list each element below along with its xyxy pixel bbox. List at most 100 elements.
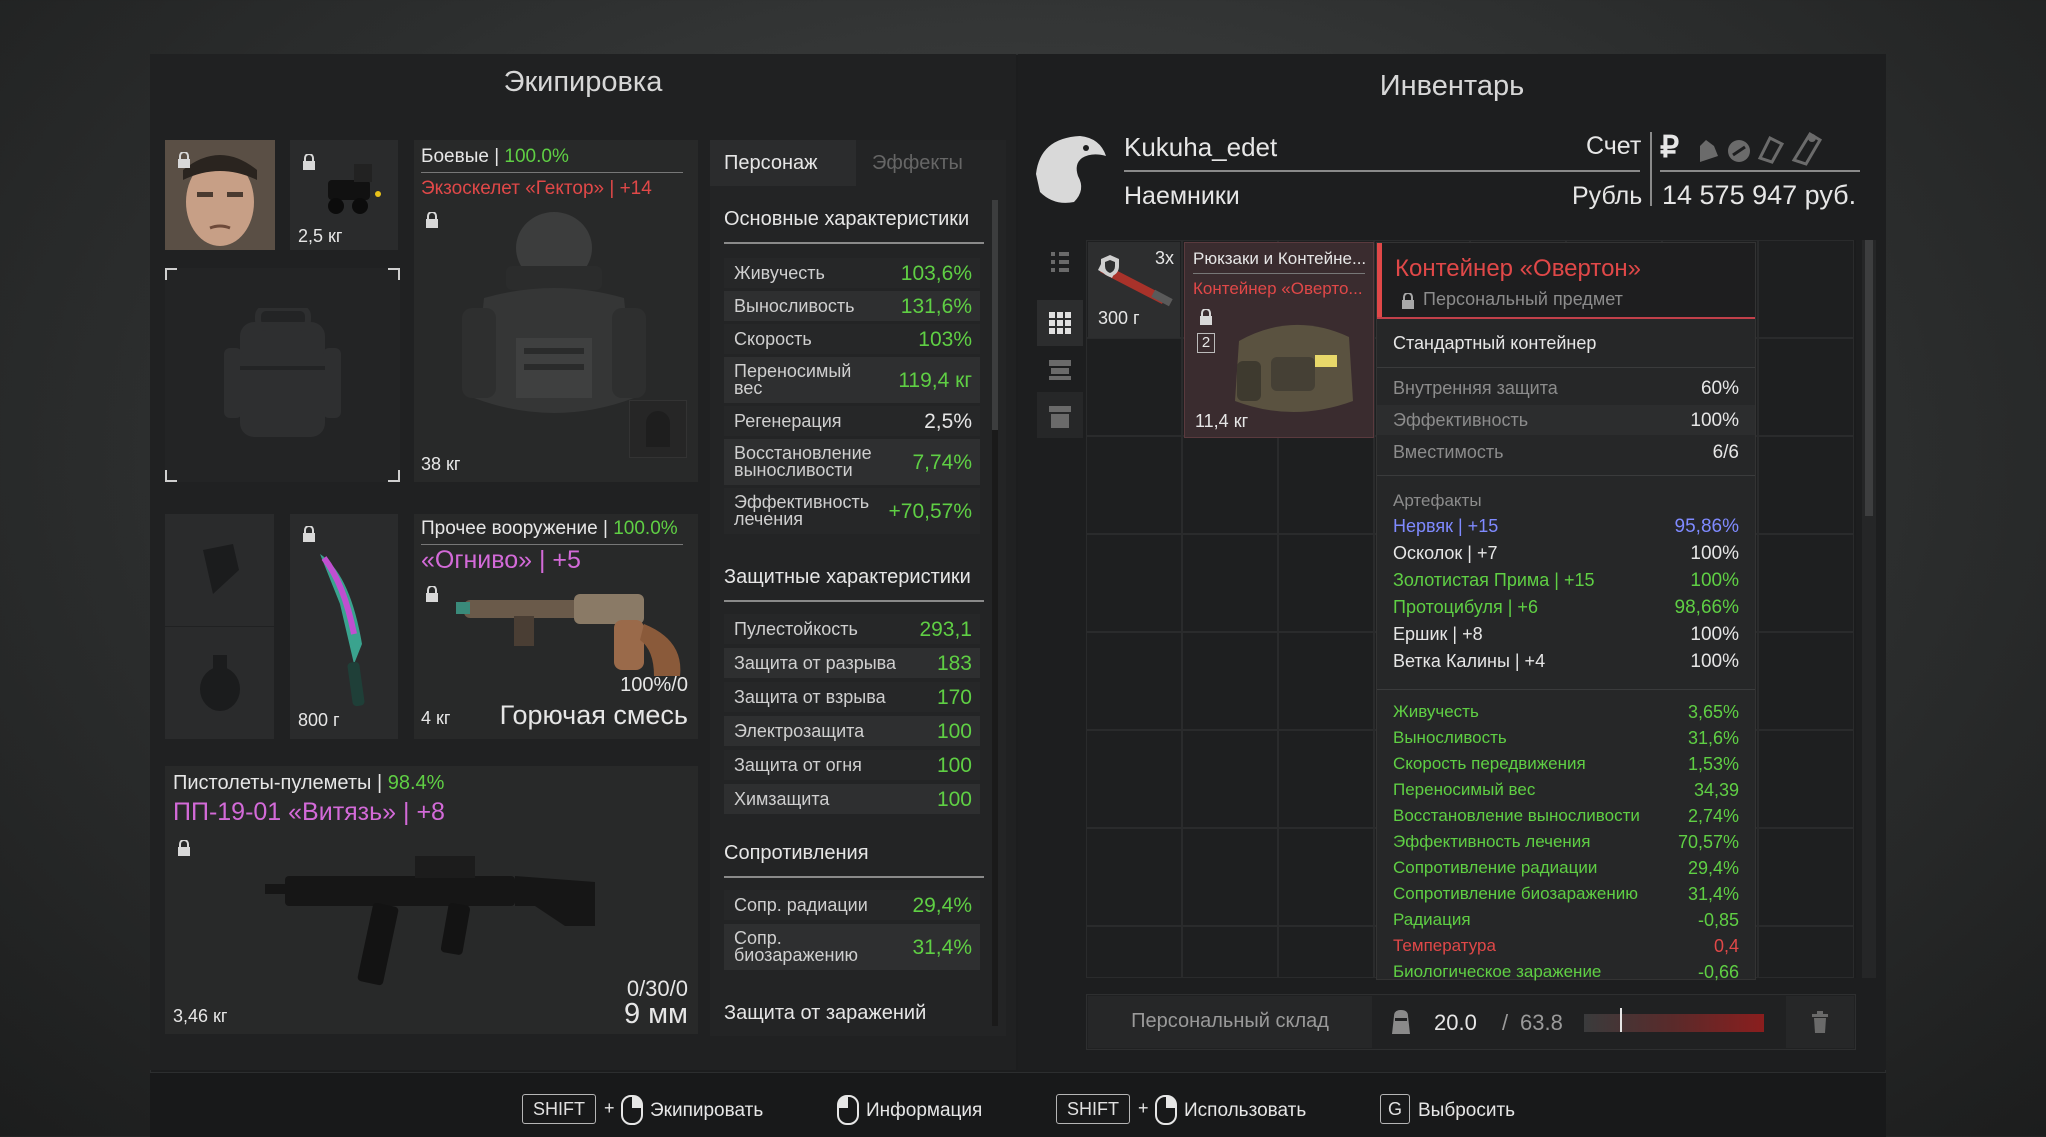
helmet-device-slot[interactable]: 2,5 кг	[290, 140, 398, 250]
secondary-weapon-slot[interactable]: Прочее вооружение | 100.0% «Огниво» | +5…	[414, 514, 698, 739]
lock-icon	[1200, 309, 1212, 325]
inventory-cell[interactable]	[1758, 632, 1854, 730]
inventory-item-stack[interactable]: 3x 300 г	[1088, 242, 1180, 338]
divider	[1660, 170, 1860, 172]
trash-button[interactable]	[1786, 996, 1854, 1048]
inventory-cell[interactable]	[1086, 926, 1182, 978]
tab-effects[interactable]: Эффекты	[856, 140, 1002, 186]
effect-value: -0,66	[1697, 962, 1739, 982]
inventory-cell[interactable]	[1182, 926, 1278, 978]
weight-progress	[1584, 1008, 1764, 1032]
effect-name: Выносливость	[1393, 728, 1507, 747]
hint-use[interactable]: Использовать	[1184, 1100, 1306, 1122]
inventory-cell[interactable]	[1086, 828, 1182, 926]
stat-label: Защита от разрыва	[734, 653, 897, 673]
artifact-row: Ершик | +8 100%	[1377, 621, 1755, 648]
hint-info[interactable]: Информация	[866, 1100, 982, 1122]
shift-key: SHIFT	[1056, 1094, 1130, 1124]
character-portrait[interactable]	[165, 140, 275, 250]
faction-eagle-icon	[1036, 136, 1106, 203]
artifact-name: Ветка Калины | +4	[1393, 651, 1546, 671]
inventory-cell[interactable]	[1086, 338, 1182, 436]
effect-row: Переносимый вес 34,39	[1377, 777, 1755, 803]
inventory-cell[interactable]	[1278, 926, 1374, 978]
primary-weapon-slot[interactable]: Пистолеты-пулеметы | 98.4% ПП-19-01 «Вит…	[165, 766, 698, 1034]
inventory-cell[interactable]	[1278, 436, 1374, 534]
fist-currency-icon[interactable]	[1694, 136, 1722, 164]
stats-scrollbar-thumb[interactable]	[992, 200, 998, 430]
inventory-cell[interactable]	[1758, 926, 1854, 978]
inventory-cell[interactable]	[1278, 828, 1374, 926]
stats-scrollbar[interactable]	[992, 200, 998, 1026]
inventory-cell[interactable]	[1278, 534, 1374, 632]
inventory-cell[interactable]	[1758, 730, 1854, 828]
grenade-icon	[200, 655, 240, 711]
stat-label: Эффективность лечения	[734, 492, 870, 529]
inventory-scrollbar-thumb[interactable]	[1865, 240, 1873, 516]
smg-image	[265, 856, 595, 986]
inventory-item-container[interactable]: Рюкзаки и Контейне... Контейнер «Оверто.…	[1184, 242, 1374, 438]
inventory-cell[interactable]	[1086, 436, 1182, 534]
effect-name: Восстановление выносливости	[1393, 806, 1640, 825]
inventory-cell[interactable]	[1182, 534, 1278, 632]
inventory-cell[interactable]	[1758, 828, 1854, 926]
tab-character[interactable]: Персонаж	[710, 140, 856, 186]
stat-label: Выносливость	[734, 296, 855, 316]
melee-slot[interactable]: 800 г	[290, 514, 398, 739]
effect-row: Восстановление выносливости 2,74%	[1377, 803, 1755, 829]
mouse-right-icon	[1155, 1095, 1177, 1125]
effect-row: Выносливость 31,6%	[1377, 725, 1755, 751]
divider	[724, 600, 984, 602]
inventory-cell[interactable]	[1278, 730, 1374, 828]
stat-label: Сопр. биозаражению	[734, 928, 859, 965]
mouse-right-icon	[621, 1095, 643, 1125]
armor-slot[interactable]: Боевые | 100.0% Экзоскелет «Гектор» | +1…	[414, 140, 698, 482]
inventory-cell[interactable]	[1182, 436, 1278, 534]
quick-slot-2[interactable]	[165, 627, 274, 739]
stat-value: 131,6%	[900, 295, 972, 318]
item-weight: 11,4 кг	[1195, 411, 1249, 431]
inventory-cell[interactable]	[1758, 436, 1854, 534]
stat-value: 103%	[918, 328, 972, 351]
backpack-slot[interactable]	[165, 268, 400, 482]
inventory-cell[interactable]	[1758, 338, 1854, 436]
artifact-value: 100%	[1690, 651, 1739, 672]
inventory-scrollbar[interactable]	[1862, 240, 1876, 978]
filter-grid-button[interactable]	[1037, 300, 1083, 346]
inventory-cell[interactable]	[1086, 632, 1182, 730]
armor-module-slot[interactable]	[629, 400, 687, 458]
token-currency-icon[interactable]	[1756, 134, 1786, 164]
inventory-cell[interactable]	[1086, 730, 1182, 828]
hint-drop[interactable]: Выбросить	[1418, 1100, 1515, 1122]
artifact-value: 95,86%	[1674, 516, 1739, 537]
effect-value: 1,53%	[1687, 754, 1739, 774]
personal-storage-label: Персональный склад	[1131, 1010, 1329, 1032]
filter-list-button[interactable]	[1037, 240, 1083, 286]
personal-storage-button[interactable]: Персональный склад	[1088, 996, 1372, 1048]
inventory-cell[interactable]	[1086, 534, 1182, 632]
artifact-name: Осколок | +7	[1393, 543, 1498, 563]
inventory-cell[interactable]	[1182, 730, 1278, 828]
stat-value: 100	[936, 788, 972, 811]
primary-ammo-type: 9 мм	[623, 998, 688, 1030]
inventory-cell[interactable]	[1758, 534, 1854, 632]
inventory-cell[interactable]	[1758, 240, 1854, 338]
secondary-condition: 100.0%	[613, 518, 678, 539]
quick-slot-1[interactable]	[165, 514, 274, 626]
weight-current: 20.0	[1434, 1010, 1477, 1035]
badge-currency-icon[interactable]	[1726, 138, 1752, 164]
inventory-cell[interactable]	[1278, 632, 1374, 730]
ruble-icon[interactable]: ₽	[1660, 130, 1679, 165]
filter-box-button[interactable]	[1037, 392, 1083, 438]
trophy-currency-icon[interactable]	[1790, 130, 1824, 166]
slot-corner	[388, 268, 400, 280]
inventory-cell[interactable]	[1182, 632, 1278, 730]
inventory-cell[interactable]	[1182, 828, 1278, 926]
hint-equip[interactable]: Экипировать	[650, 1100, 763, 1122]
filter-stack-button[interactable]	[1037, 346, 1083, 392]
stack-icon	[1049, 360, 1071, 380]
effect-row: Радиация -0,85	[1377, 907, 1755, 933]
plus-sign: +	[604, 1098, 615, 1118]
slot-corner	[165, 268, 177, 280]
prop-value: 100%	[1690, 410, 1739, 431]
